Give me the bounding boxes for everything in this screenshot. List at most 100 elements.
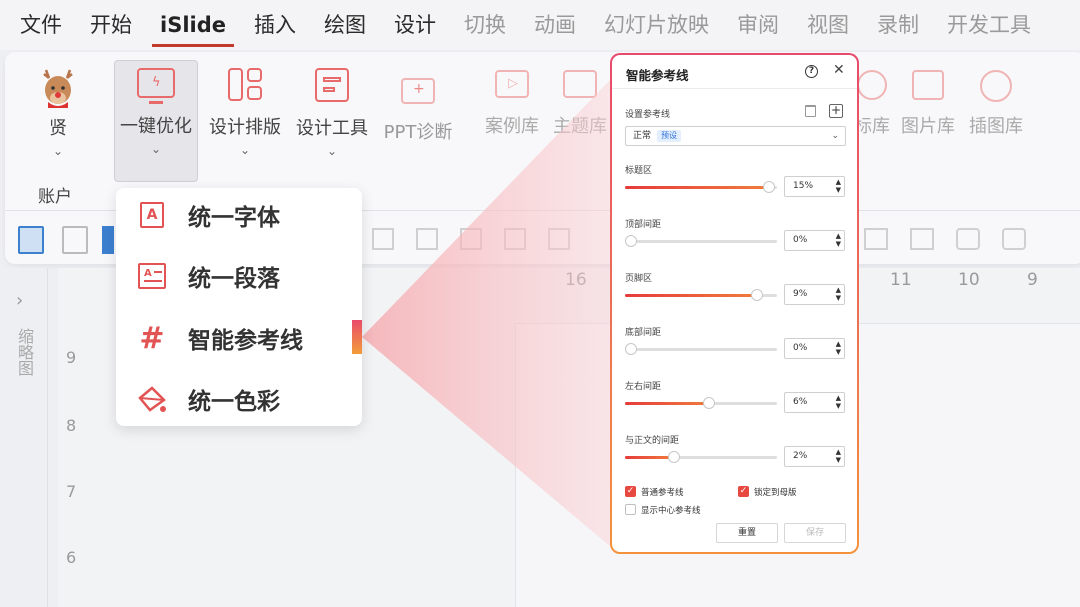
- menu-item-label: 统一色彩: [188, 389, 280, 415]
- thumbnail-sidebar: › 缩略图: [0, 268, 48, 607]
- slider-track[interactable]: [625, 181, 777, 193]
- grid-icon: #: [139, 320, 165, 356]
- picture-icon[interactable]: [864, 228, 888, 250]
- slider-track[interactable]: [625, 343, 777, 355]
- slider-handle[interactable]: [625, 235, 637, 247]
- align-icon[interactable]: [372, 228, 394, 250]
- tab-insert[interactable]: 插入: [254, 0, 296, 50]
- menu-item-unify-color[interactable]: 统一色彩: [136, 382, 280, 416]
- tab-record[interactable]: 录制: [877, 0, 919, 50]
- tab-home[interactable]: 开始: [90, 0, 132, 50]
- ruler-tick: 9: [66, 348, 77, 367]
- slider-track[interactable]: [625, 397, 777, 409]
- case-library-button[interactable]: ▷ 案例库: [478, 70, 546, 138]
- ruler-tick: 11: [890, 270, 912, 290]
- slider-label: 底部间距: [625, 328, 662, 338]
- panel-divider: [612, 88, 857, 89]
- ppt-diagnose-button[interactable]: + PPT诊断: [376, 74, 460, 144]
- slider-track[interactable]: [625, 235, 777, 247]
- tab-draw[interactable]: 绘图: [324, 0, 366, 50]
- spinner-icon[interactable]: ▲ ▼: [836, 232, 841, 248]
- image-library-button[interactable]: 图片库: [896, 70, 960, 138]
- lock-master-checkbox[interactable]: ✓: [738, 486, 749, 497]
- shape-copy-icon[interactable]: [1002, 228, 1026, 250]
- reset-button[interactable]: 重置: [716, 523, 778, 543]
- slider-handle[interactable]: [702, 397, 715, 409]
- account-name: 贤: [49, 118, 67, 139]
- color-swatch-icon[interactable]: [102, 226, 114, 254]
- tab-slideshow[interactable]: 幻灯片放映: [604, 0, 709, 50]
- tab-transitions[interactable]: 切换: [464, 0, 506, 50]
- group-icon[interactable]: [416, 228, 438, 250]
- reindeer-avatar-icon: [43, 69, 73, 108]
- brush-icon: [980, 70, 1012, 102]
- slider-value-input[interactable]: 6% ▲ ▼: [784, 392, 845, 413]
- design-tools-button[interactable]: 设计工具 ⌄: [290, 68, 374, 158]
- menu-item-unify-paragraph[interactable]: A 统一段落: [136, 259, 280, 293]
- slider-value-input[interactable]: 0% ▲ ▼: [784, 230, 845, 251]
- menu-item-label: 统一字体: [188, 205, 280, 231]
- tab-animations[interactable]: 动画: [534, 0, 576, 50]
- shape-icon[interactable]: [956, 228, 980, 250]
- tab-design[interactable]: 设计: [394, 0, 436, 50]
- theme-library-button[interactable]: 主题库: [548, 70, 612, 138]
- slider-label: 标题区: [625, 166, 653, 176]
- close-icon[interactable]: ✕: [833, 62, 845, 78]
- spinner-icon[interactable]: ▲ ▼: [836, 448, 841, 464]
- illustration-library-button[interactable]: 插图库: [964, 70, 1028, 138]
- delete-icon[interactable]: [805, 105, 816, 117]
- menu-item-label: 智能参考线: [188, 328, 303, 354]
- spinner-icon[interactable]: ▲ ▼: [836, 178, 841, 194]
- normal-guides-checkbox[interactable]: ✓: [625, 486, 636, 497]
- illustration-library-label: 插图库: [969, 116, 1023, 137]
- slider-value-input[interactable]: 15% ▲ ▼: [784, 176, 845, 197]
- slider-label: 顶部间距: [625, 220, 662, 230]
- menu-item-smart-guides[interactable]: # 智能参考线: [136, 320, 303, 356]
- slider-fill: [625, 186, 770, 189]
- tab-islide[interactable]: iSlide: [152, 0, 234, 50]
- slider-value: 15%: [793, 181, 814, 191]
- spinner-icon[interactable]: ▲ ▼: [836, 394, 841, 410]
- spinner-icon[interactable]: ▲ ▼: [836, 340, 841, 356]
- tab-file[interactable]: 文件: [20, 0, 62, 50]
- ruler-tick: 7: [66, 482, 77, 501]
- slider-value-input[interactable]: 9% ▲ ▼: [784, 284, 845, 305]
- layout-row-icon[interactable]: [18, 226, 44, 254]
- slider-value: 2%: [793, 451, 808, 461]
- distribute-icon[interactable]: [460, 228, 482, 250]
- slider-handle[interactable]: [667, 451, 680, 463]
- align-right-icon[interactable]: [548, 228, 570, 250]
- menu-item-unify-font[interactable]: A 统一字体: [136, 198, 280, 232]
- preset-select[interactable]: 正常 预设 ⌄: [625, 126, 846, 146]
- add-icon[interactable]: +: [829, 104, 843, 118]
- center-guides-label: 显示中心参考线: [641, 506, 701, 516]
- chevron-down-icon: ⌄: [239, 143, 251, 157]
- vertical-ruler: 9 8 7 6: [64, 330, 86, 607]
- tab-review[interactable]: 审阅: [737, 0, 779, 50]
- slider-value-input[interactable]: 0% ▲ ▼: [784, 338, 845, 359]
- paint-bucket-icon: [136, 383, 168, 415]
- chevron-down-icon: ⌄: [52, 144, 64, 158]
- slider-value-input[interactable]: 2% ▲ ▼: [784, 446, 845, 467]
- slider-handle[interactable]: [763, 181, 776, 193]
- tab-developer[interactable]: 开发工具: [947, 0, 1031, 50]
- tab-view[interactable]: 视图: [807, 0, 849, 50]
- slider-handle[interactable]: [625, 343, 637, 355]
- slider-track[interactable]: [625, 289, 777, 301]
- design-tools-label: 设计工具: [296, 118, 368, 139]
- one-click-optimize-button[interactable]: ϟ 一键优化 ⌄: [114, 68, 198, 156]
- account-button[interactable]: 贤 ⌄: [32, 66, 84, 158]
- arrange-tools: [372, 228, 622, 254]
- save-button[interactable]: 保存: [784, 523, 846, 543]
- center-guides-checkbox[interactable]: [625, 504, 636, 515]
- text-box-icon[interactable]: [910, 228, 934, 250]
- slider-track[interactable]: [625, 451, 777, 463]
- help-icon[interactable]: ?: [805, 65, 818, 78]
- align-top-icon[interactable]: [504, 228, 526, 250]
- theme-icon: [563, 70, 597, 98]
- expand-icon[interactable]: ›: [16, 290, 23, 311]
- spinner-icon[interactable]: ▲ ▼: [836, 286, 841, 302]
- design-layout-button[interactable]: 设计排版 ⌄: [203, 68, 287, 157]
- close-box-icon[interactable]: [62, 226, 88, 254]
- slider-handle[interactable]: [751, 289, 764, 301]
